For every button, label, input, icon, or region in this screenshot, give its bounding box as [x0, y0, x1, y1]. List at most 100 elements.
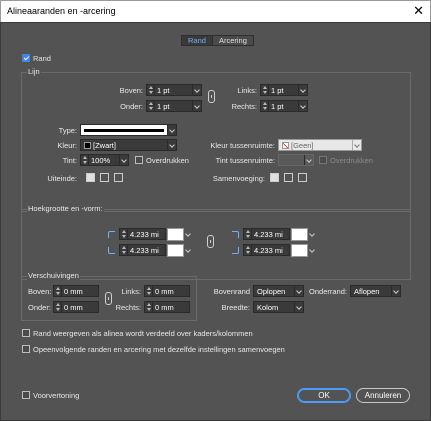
corner-top-right-size[interactable]: 4.233 mi — [243, 228, 290, 240]
dialog-body: Rand Arcering Rand Lijn Boven: 1 pt Onde… — [0, 22, 431, 421]
solid-line-icon — [84, 128, 164, 132]
lijn-links-field[interactable]: 1 pt — [260, 84, 308, 96]
chevron-down-icon[interactable] — [167, 140, 176, 150]
verschuiving-links-label: Links: — [121, 287, 141, 296]
stepper-arrows-icon[interactable] — [147, 85, 155, 95]
chevron-down-icon[interactable] — [192, 101, 201, 111]
corner-shape-br-select[interactable] — [291, 244, 308, 257]
stepper-arrows-icon[interactable] — [244, 229, 252, 239]
chevron-down-icon[interactable] — [298, 85, 307, 95]
verschuiving-boven-label: Boven: — [28, 287, 52, 296]
lijn-onder-field[interactable]: 1 pt — [146, 100, 202, 112]
chevron-down-icon[interactable] — [391, 286, 400, 296]
link-chain-icon[interactable] — [208, 90, 215, 103]
rand-checkbox-label: Rand — [33, 54, 51, 63]
stepper-arrows-icon[interactable] — [81, 155, 89, 165]
verschuiving-rechts-field[interactable]: 0 mm — [144, 301, 190, 313]
tab-rand[interactable]: Rand — [182, 36, 213, 45]
samenvoegen-label: Opeenvolgende randen en arcering met dez… — [33, 345, 285, 354]
corner-top-left-icon — [108, 231, 115, 238]
stepper-arrows-icon[interactable] — [147, 101, 155, 111]
verschuiving-links-field[interactable]: 0 mm — [144, 285, 190, 297]
rand-verdeeld-checkbox[interactable] — [22, 329, 30, 337]
stepper-arrows-icon[interactable] — [54, 302, 62, 312]
ok-button[interactable]: OK — [297, 388, 351, 403]
overdrukken-checkbox[interactable] — [135, 156, 143, 164]
overdrukken-tussenruimte-label: Overdrukken — [330, 156, 373, 165]
chevron-down-icon[interactable] — [192, 85, 201, 95]
corner-bottom-right-size[interactable]: 4.233 mi — [243, 244, 290, 256]
lijn-rechts-label: Rechts: — [231, 102, 257, 111]
none-swatch-icon — [282, 141, 289, 149]
corner-shape-bl-select[interactable] — [167, 244, 184, 257]
chevron-down-icon[interactable] — [119, 155, 128, 165]
butt-cap-icon[interactable] — [86, 173, 95, 182]
lijn-onder-label: Onder: — [120, 102, 143, 111]
black-swatch-icon — [84, 141, 91, 149]
chevron-down-icon[interactable] — [184, 245, 193, 255]
close-icon[interactable]: ✕ — [413, 3, 424, 19]
stepper-arrows-icon[interactable] — [120, 245, 128, 255]
square-cap-icon[interactable] — [114, 173, 123, 182]
chevron-down-icon[interactable] — [308, 245, 317, 255]
annuleren-button[interactable]: Annuleren — [356, 388, 410, 403]
tab-arcering[interactable]: Arcering — [212, 36, 253, 45]
corner-shape-tl-select[interactable] — [167, 228, 184, 241]
chevron-down-icon[interactable] — [308, 229, 317, 239]
stepper-arrows-icon[interactable] — [145, 302, 153, 312]
corner-top-right-icon — [232, 231, 239, 238]
tint-field[interactable]: 100% — [80, 154, 129, 166]
overdrukken-tussenruimte-checkbox[interactable] — [319, 156, 327, 164]
breedte-select[interactable]: Kolom — [253, 301, 304, 313]
miter-join-icon[interactable] — [270, 173, 279, 182]
chevron-down-icon[interactable] — [294, 286, 303, 296]
stepper-arrows-icon[interactable] — [244, 245, 252, 255]
chevron-down-icon[interactable] — [294, 302, 303, 312]
chevron-down-icon[interactable] — [298, 101, 307, 111]
onderrand-label: Onderrand: — [309, 287, 347, 296]
verschuiving-onder-label: Onder: — [28, 303, 51, 312]
corner-top-left-size[interactable]: 4.233 mi — [119, 228, 166, 240]
stepper-arrows-icon[interactable] — [120, 229, 128, 239]
bovenrand-select[interactable]: Oplopen — [253, 285, 304, 297]
verschuiving-onder-field[interactable]: 0 mm — [53, 301, 99, 313]
kleur-tussenruimte-select[interactable]: [Geen] — [278, 139, 362, 151]
tint-tussenruimte-field[interactable] — [278, 154, 314, 166]
corner-bottom-right-icon — [232, 247, 239, 254]
stepper-arrows-icon[interactable] — [261, 85, 269, 95]
lijn-rechts-field[interactable]: 1 pt — [260, 100, 308, 112]
corner-bottom-left-size[interactable]: 4.233 mi — [119, 244, 166, 256]
title-bar: Alineaaranden en -arcering ✕ — [0, 0, 431, 22]
link-chain-icon[interactable] — [207, 235, 214, 248]
bevel-join-icon[interactable] — [298, 173, 307, 182]
kleur-select[interactable]: [Zwart] — [80, 139, 177, 151]
corner-bottom-left-icon — [108, 247, 115, 254]
round-cap-icon[interactable] — [100, 173, 109, 182]
lijn-type-label: Type: — [58, 126, 77, 135]
kleur-tussenruimte-label: Kleur tussenruimte: — [210, 141, 275, 150]
hoek-group — [21, 209, 411, 280]
stepper-arrows-icon[interactable] — [145, 286, 153, 296]
round-join-icon[interactable] — [284, 173, 293, 182]
lijn-tint-label: Tint: — [62, 156, 77, 165]
line-type-select[interactable] — [80, 124, 177, 136]
chevron-down-icon[interactable] — [167, 125, 176, 135]
voorvertoning-label: Voorvertoning — [33, 391, 80, 400]
lijn-boven-label: Boven: — [119, 86, 143, 95]
verschuiving-rechts-label: Rechts: — [115, 303, 141, 312]
verschuiving-boven-field[interactable]: 0 mm — [53, 285, 99, 297]
stepper-arrows-icon[interactable] — [54, 286, 62, 296]
uiteinde-label: Uiteinde: — [47, 174, 77, 183]
rand-checkbox[interactable] — [22, 54, 30, 62]
onderrand-select[interactable]: Aflopen — [350, 285, 401, 297]
samenvoegen-checkbox[interactable] — [22, 345, 30, 353]
corner-shape-tr-select[interactable] — [291, 228, 308, 241]
chevron-down-icon[interactable] — [184, 229, 193, 239]
chevron-down-icon[interactable] — [352, 140, 361, 150]
voorvertoning-checkbox[interactable] — [22, 391, 30, 399]
stepper-arrows-icon[interactable] — [261, 101, 269, 111]
lijn-kleur-label: Kleur: — [57, 141, 77, 150]
link-chain-icon[interactable] — [105, 292, 112, 305]
tint-tussenruimte-label: Tint tussenruimte: — [215, 156, 275, 165]
lijn-boven-field[interactable]: 1 pt — [146, 84, 202, 96]
